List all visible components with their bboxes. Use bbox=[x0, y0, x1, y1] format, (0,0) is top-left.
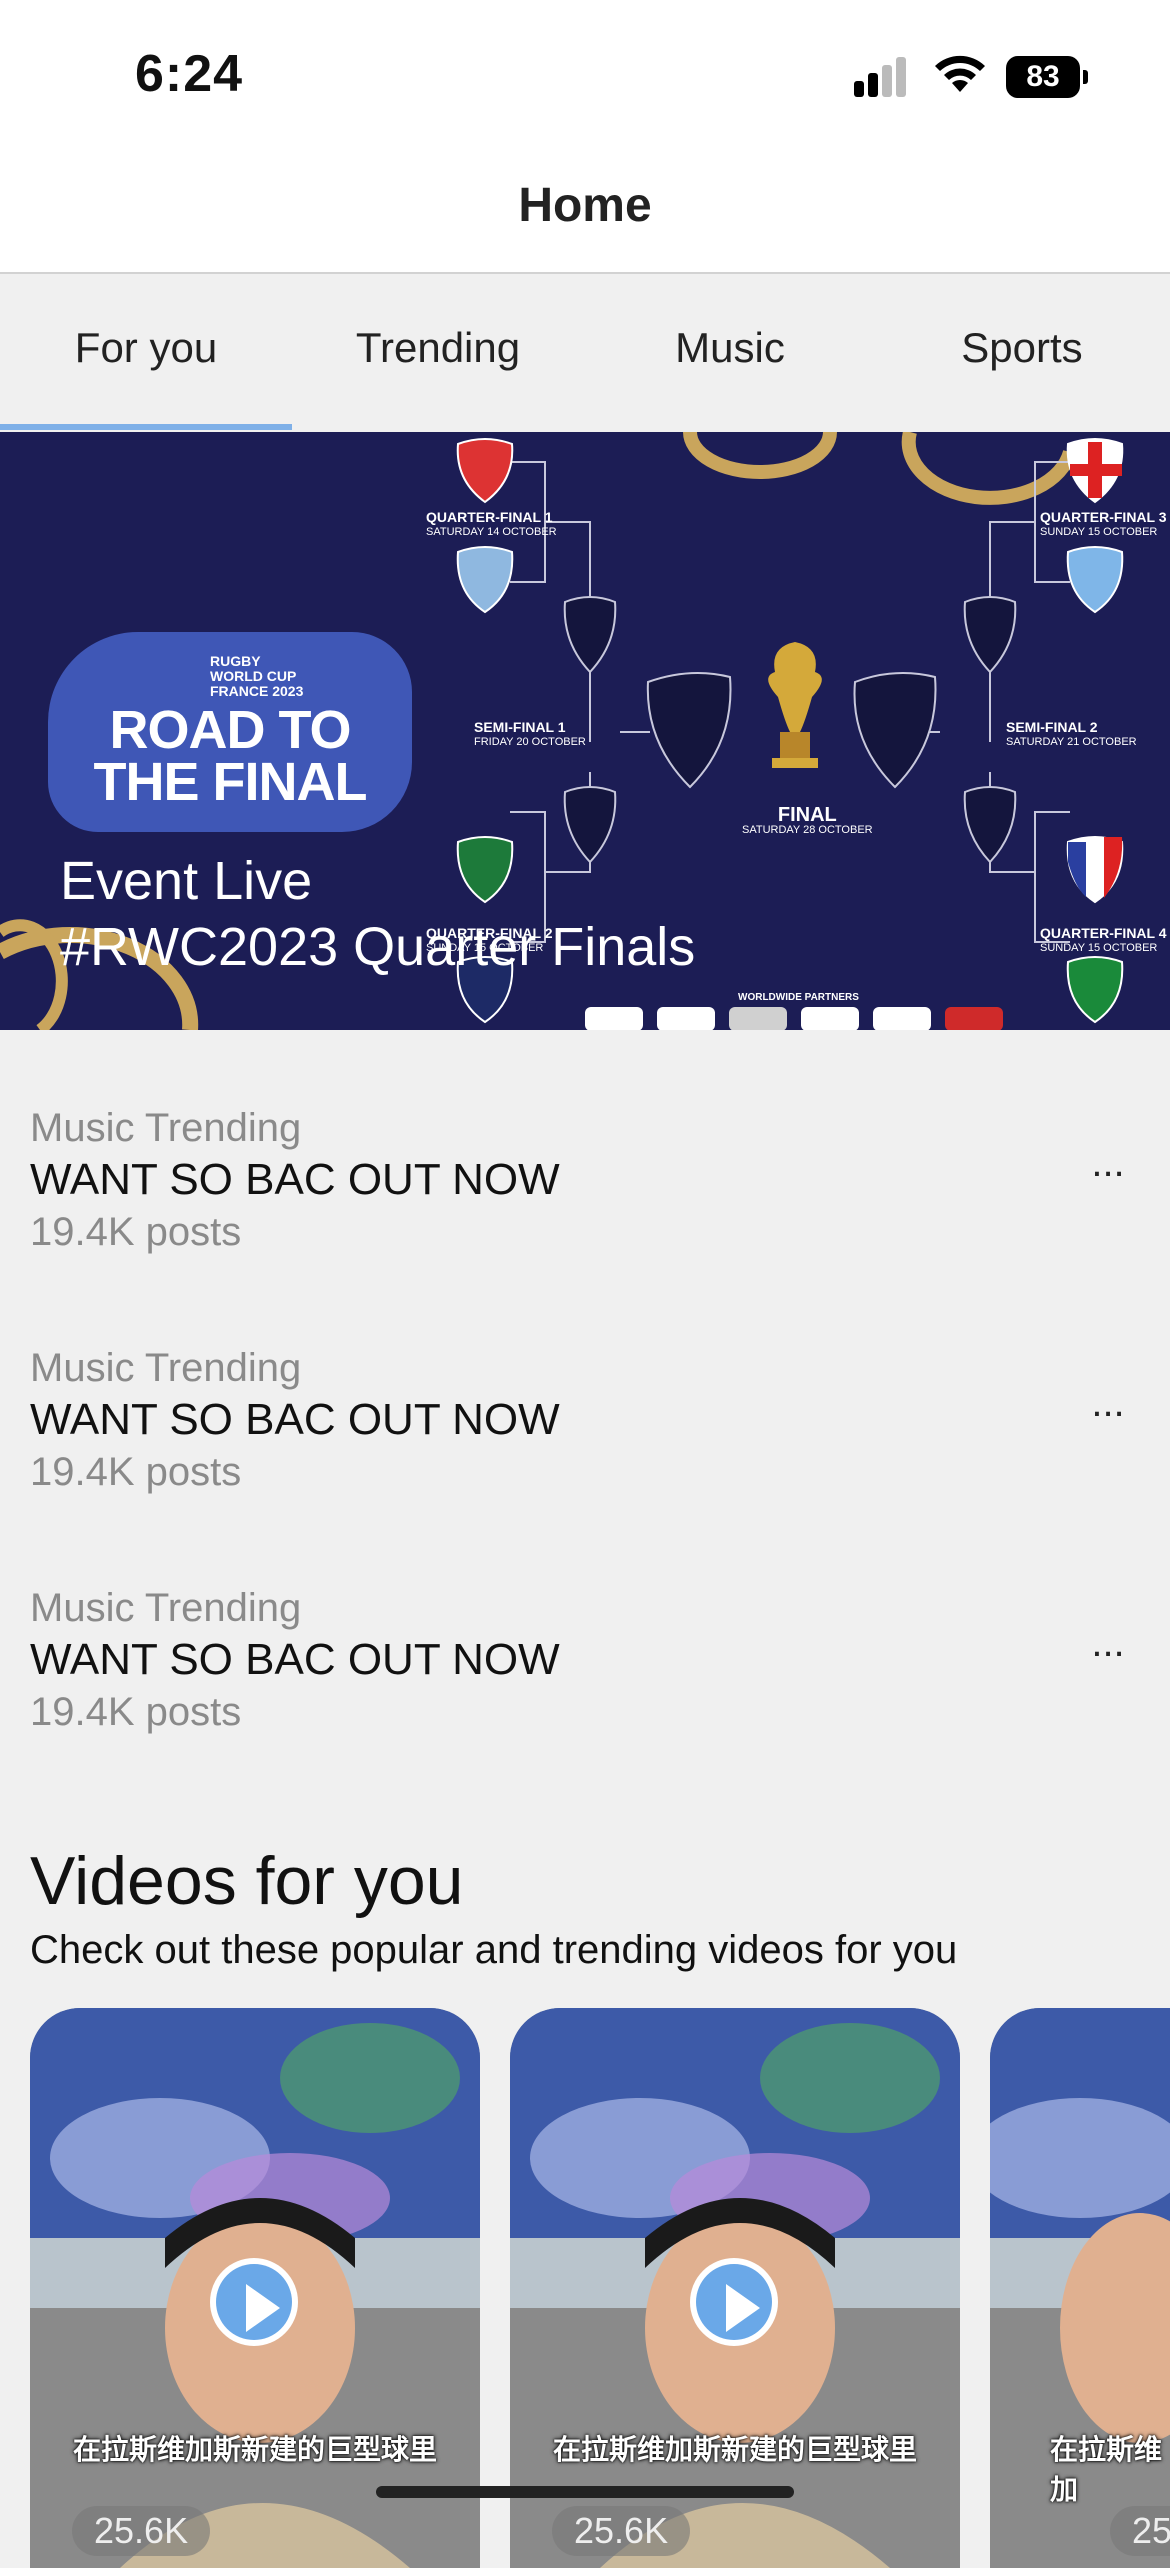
videos-section-title: Videos for you bbox=[30, 1843, 464, 1919]
status-time: 6:24 bbox=[135, 45, 244, 103]
sf1-label: SEMI-FINAL 1 FRIDAY 20 OCTOBER bbox=[474, 719, 586, 749]
video-caption: 在拉斯维加斯新建的巨型球里 bbox=[552, 2434, 917, 2465]
video-caption: 在拉斯维加 bbox=[1050, 2434, 1163, 2505]
trend-category: Music Trending bbox=[30, 1346, 302, 1390]
trend-name: WANT SO BAC OUT NOW bbox=[30, 1395, 560, 1444]
view-count-badge: 25.6K bbox=[552, 2506, 691, 2556]
tab-bar: For you Trending Music Sports bbox=[0, 274, 1170, 430]
battery-icon: 83 bbox=[1006, 56, 1088, 98]
battery-level: 83 bbox=[1006, 56, 1080, 98]
qf1-label: QUARTER-FINAL 1 SATURDAY 14 OCTOBER bbox=[426, 509, 557, 539]
status-bar: 6:24 83 bbox=[0, 0, 1170, 150]
cellular-signal-icon bbox=[854, 57, 906, 97]
event-banner[interactable]: QUARTER-FINAL 1 SATURDAY 14 OCTOBER QUART… bbox=[0, 432, 1170, 1030]
nav-bar: Home bbox=[0, 150, 1170, 274]
view-count-badge: 25.6K bbox=[1110, 2506, 1170, 2556]
more-options-icon[interactable]: ... bbox=[1078, 1143, 1138, 1183]
video-card[interactable]: 在拉斯维加 25.6K bbox=[990, 2008, 1170, 2568]
trend-posts: 19.4K posts bbox=[30, 1690, 242, 1734]
partners-label: WORLDWIDE PARTNERS bbox=[738, 992, 859, 1003]
sf2-label: SEMI-FINAL 2 SATURDAY 21 OCTOBER bbox=[1006, 719, 1137, 749]
home-indicator[interactable] bbox=[376, 2486, 794, 2498]
trend-item[interactable]: Music Trending WANT SO BAC OUT NOW 19.4K… bbox=[30, 1582, 1110, 1738]
videos-section-subtitle: Check out these popular and trending vid… bbox=[30, 1928, 958, 1972]
wifi-icon bbox=[935, 55, 985, 92]
page-title: Home bbox=[518, 179, 652, 232]
tab-music[interactable]: Music bbox=[584, 324, 876, 372]
qf4-label: QUARTER-FINAL 4 SUNDAY 15 OCTOBER bbox=[1040, 925, 1167, 955]
tab-indicator bbox=[0, 424, 292, 430]
trend-item[interactable]: Music Trending WANT SO BAC OUT NOW 19.4K… bbox=[30, 1342, 1110, 1498]
trend-posts: 19.4K posts bbox=[30, 1210, 242, 1254]
more-options-icon[interactable]: ... bbox=[1078, 1383, 1138, 1423]
more-options-icon[interactable]: ... bbox=[1078, 1623, 1138, 1663]
tab-sports[interactable]: Sports bbox=[876, 324, 1168, 372]
trend-name: WANT SO BAC OUT NOW bbox=[30, 1635, 560, 1684]
video-caption: 在拉斯维加斯新建的巨型球里 bbox=[72, 2434, 437, 2465]
rwc-logo-text: RUGBY WORLD CUP FRANCE 2023 bbox=[210, 653, 304, 699]
view-count-badge: 25.6K bbox=[72, 2506, 211, 2556]
tab-for-you[interactable]: For you bbox=[0, 324, 292, 372]
trend-name: WANT SO BAC OUT NOW bbox=[30, 1155, 560, 1204]
video-card[interactable]: 在拉斯维加斯新建的巨型球里 25.6K bbox=[30, 2008, 480, 2568]
qf3-label: QUARTER-FINAL 3 SUNDAY 15 OCTOBER bbox=[1040, 509, 1167, 539]
play-button-icon[interactable] bbox=[210, 2258, 298, 2346]
trend-posts: 19.4K posts bbox=[30, 1450, 242, 1494]
trend-category: Music Trending bbox=[30, 1586, 302, 1630]
video-card[interactable]: 在拉斯维加斯新建的巨型球里 25.6K bbox=[510, 2008, 960, 2568]
trend-category: Music Trending bbox=[30, 1106, 302, 1150]
road-to-final-text: ROAD TO THE FINAL bbox=[93, 700, 368, 812]
tab-trending[interactable]: Trending bbox=[292, 324, 584, 372]
play-button-icon[interactable] bbox=[690, 2258, 778, 2346]
event-live-label: Event Live bbox=[60, 851, 313, 911]
trend-item[interactable]: Music Trending WANT SO BAC OUT NOW 19.4K… bbox=[30, 1102, 1110, 1258]
final-label: FINAL SATURDAY 28 OCTOBER bbox=[742, 804, 873, 836]
event-title[interactable]: #RWC2023 Quarter Finals bbox=[60, 916, 695, 978]
